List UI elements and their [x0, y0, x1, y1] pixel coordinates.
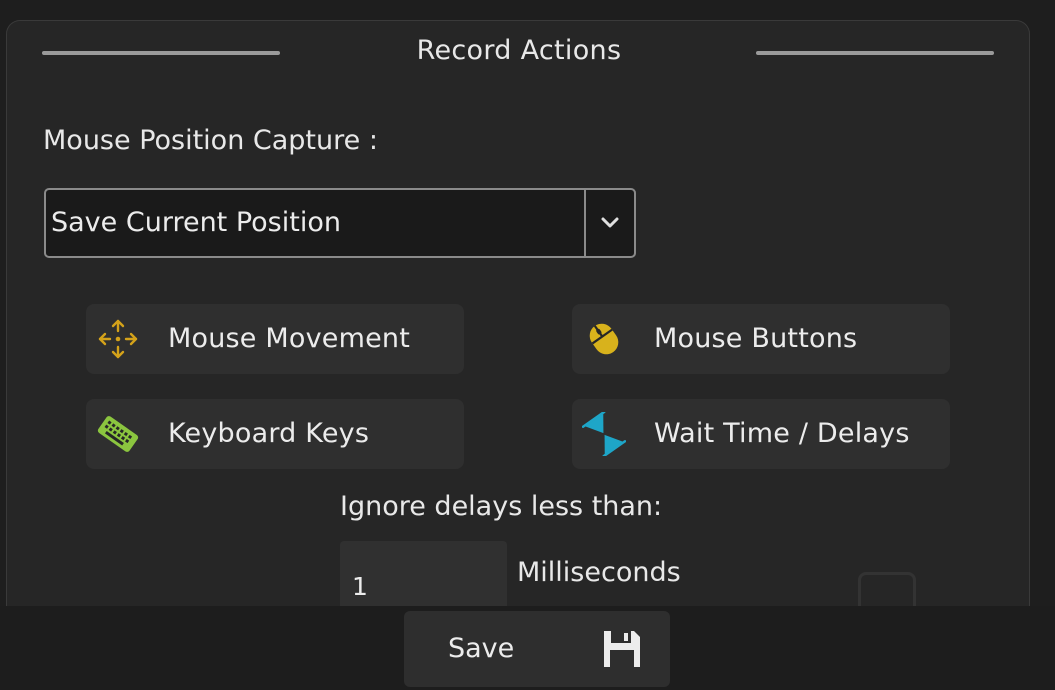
save-label: Save	[448, 633, 515, 664]
save-button[interactable]: Save	[404, 611, 670, 687]
mouse-movement-label: Mouse Movement	[168, 323, 411, 354]
wait-time-button[interactable]: Wait Time / Delays	[572, 399, 950, 469]
keyboard-keys-button[interactable]: Keyboard Keys	[86, 399, 464, 469]
mouse-capture-select[interactable]: Save Current Position	[44, 188, 636, 258]
mouse-buttons-label: Mouse Buttons	[654, 323, 858, 354]
chevron-down-icon[interactable]	[598, 212, 622, 234]
wait-time-label: Wait Time / Delays	[654, 418, 910, 449]
mouse-capture-label: Mouse Position Capture :	[43, 125, 378, 156]
panel-title: Record Actions	[416, 35, 622, 66]
record-actions-panel: Record Actions Mouse Position Capture : …	[6, 20, 1030, 631]
move-arrows-icon	[98, 319, 138, 359]
mouse-capture-select-value: Save Current Position	[51, 207, 341, 238]
floppy-disk-icon	[604, 631, 640, 667]
ignore-delays-label: Ignore delays less than:	[340, 491, 663, 522]
keyboard-icon	[97, 416, 139, 452]
select-divider	[584, 190, 586, 256]
mouse-movement-button[interactable]: Mouse Movement	[86, 304, 464, 374]
hourglass-icon	[582, 412, 626, 456]
keyboard-keys-label: Keyboard Keys	[168, 418, 370, 449]
milliseconds-label: Milliseconds	[517, 557, 681, 588]
mouse-buttons-button[interactable]: Mouse Buttons	[572, 304, 950, 374]
mouse-icon	[589, 323, 619, 355]
